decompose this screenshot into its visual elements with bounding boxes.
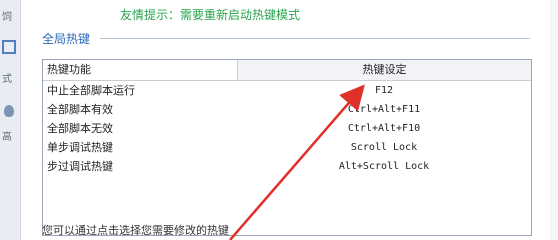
footer-text: 您可以通过点击选择您需要修改的热键 [42,224,229,237]
annotation-arrow [229,84,365,240]
scrollbar[interactable] [550,0,558,240]
